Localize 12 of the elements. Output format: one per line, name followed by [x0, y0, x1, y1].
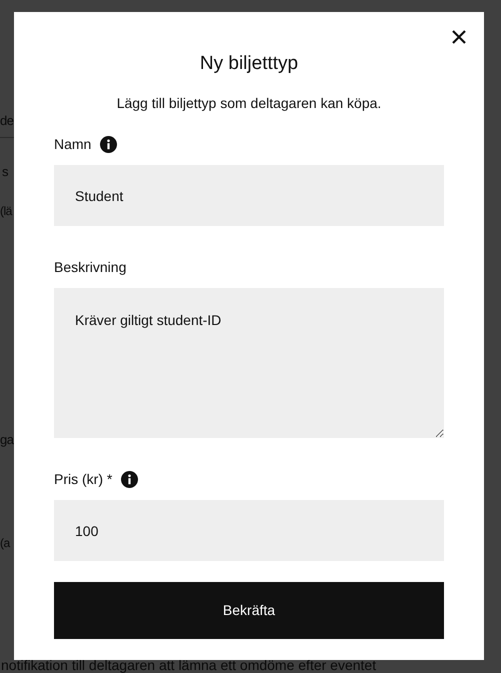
field-label: Pris (kr) * — [54, 470, 112, 489]
dialog-subtitle: Lägg till biljettyp som deltagaren kan köpa. — [116, 94, 382, 112]
dialog-title: Ny biljetttyp — [198, 52, 300, 76]
confirm-button[interactable]: Bekräfta — [54, 582, 444, 639]
description-field[interactable]: Kräver giltigt student-ID — [54, 288, 444, 438]
field-label: Namn — [54, 134, 92, 154]
input-field[interactable]: 100 — [54, 500, 444, 561]
field-label: Beskrivning — [54, 258, 126, 277]
info-icon[interactable] — [121, 470, 138, 488]
close-icon — [452, 30, 466, 44]
info-icon[interactable] — [100, 136, 118, 152]
input-field[interactable]: Student — [54, 165, 444, 226]
